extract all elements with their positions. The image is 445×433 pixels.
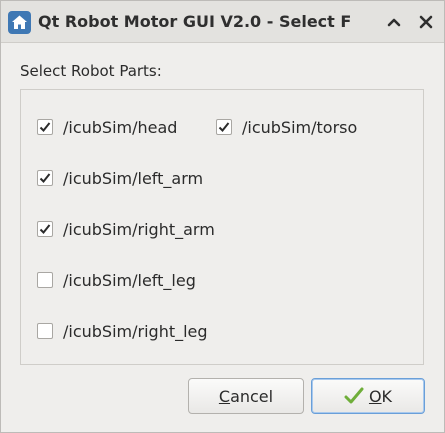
checkbox-left-arm-box[interactable] — [37, 170, 53, 186]
checkbox-head-box[interactable] — [37, 119, 53, 135]
ok-label: K — [381, 386, 393, 406]
checkbox-right-arm-label[interactable]: /icubSim/right_arm — [63, 220, 215, 239]
checkbox-torso-label[interactable]: /icubSim/torso — [242, 118, 357, 137]
checkbox-head[interactable]: /icubSim/head — [37, 116, 177, 138]
cancel-button[interactable]: Cancel — [188, 378, 304, 414]
chevron-up-icon[interactable] — [383, 11, 405, 33]
checkbox-torso-box[interactable] — [216, 119, 232, 135]
window-title: Qt Robot Motor GUI V2.0 - Select F — [38, 12, 352, 31]
checkbox-torso[interactable]: /icubSim/torso — [216, 116, 357, 138]
ok-mnemonic: O — [368, 386, 382, 406]
title-bar[interactable]: Qt Robot Motor GUI V2.0 - Select F — [1, 1, 444, 43]
checkbox-left-leg-label[interactable]: /icubSim/left_leg — [63, 271, 196, 290]
checkbox-left-leg[interactable]: /icubSim/left_leg — [37, 269, 196, 291]
checkmark-icon — [344, 386, 364, 406]
checkbox-right-leg-box[interactable] — [37, 323, 53, 339]
select-parts-label: Select Robot Parts: — [20, 62, 162, 80]
home-icon — [8, 11, 31, 34]
checkbox-right-leg-label[interactable]: /icubSim/right_leg — [63, 322, 208, 341]
cancel-label: ancel — [230, 386, 274, 406]
checkbox-left-arm-label[interactable]: /icubSim/left_arm — [63, 169, 203, 188]
checkbox-left-arm[interactable]: /icubSim/left_arm — [37, 167, 203, 189]
ok-button[interactable]: OK — [311, 378, 425, 414]
cancel-mnemonic: C — [218, 386, 231, 406]
checkbox-head-label[interactable]: /icubSim/head — [63, 118, 177, 137]
close-icon[interactable] — [415, 11, 437, 33]
checkbox-right-arm-box[interactable] — [37, 221, 53, 237]
dialog-window: Qt Robot Motor GUI V2.0 - Select F Selec… — [0, 0, 445, 433]
checkbox-left-leg-box[interactable] — [37, 272, 53, 288]
checkbox-right-leg[interactable]: /icubSim/right_leg — [37, 320, 208, 342]
checkbox-right-arm[interactable]: /icubSim/right_arm — [37, 218, 215, 240]
